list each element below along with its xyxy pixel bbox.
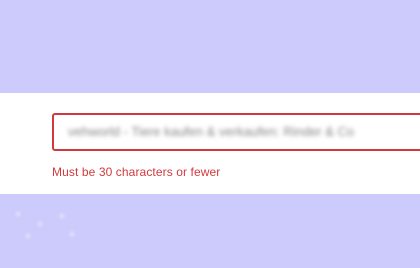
form-panel: vehworld - Tiere kaufen & verkaufen: Rin… — [0, 93, 420, 194]
validation-error-message: Must be 30 characters or fewer — [52, 165, 221, 179]
title-input-field[interactable]: vehworld - Tiere kaufen & verkaufen: Rin… — [52, 113, 420, 151]
title-input-value: vehworld - Tiere kaufen & verkaufen: Rin… — [68, 124, 355, 139]
background-blur-artifact — [6, 206, 82, 242]
